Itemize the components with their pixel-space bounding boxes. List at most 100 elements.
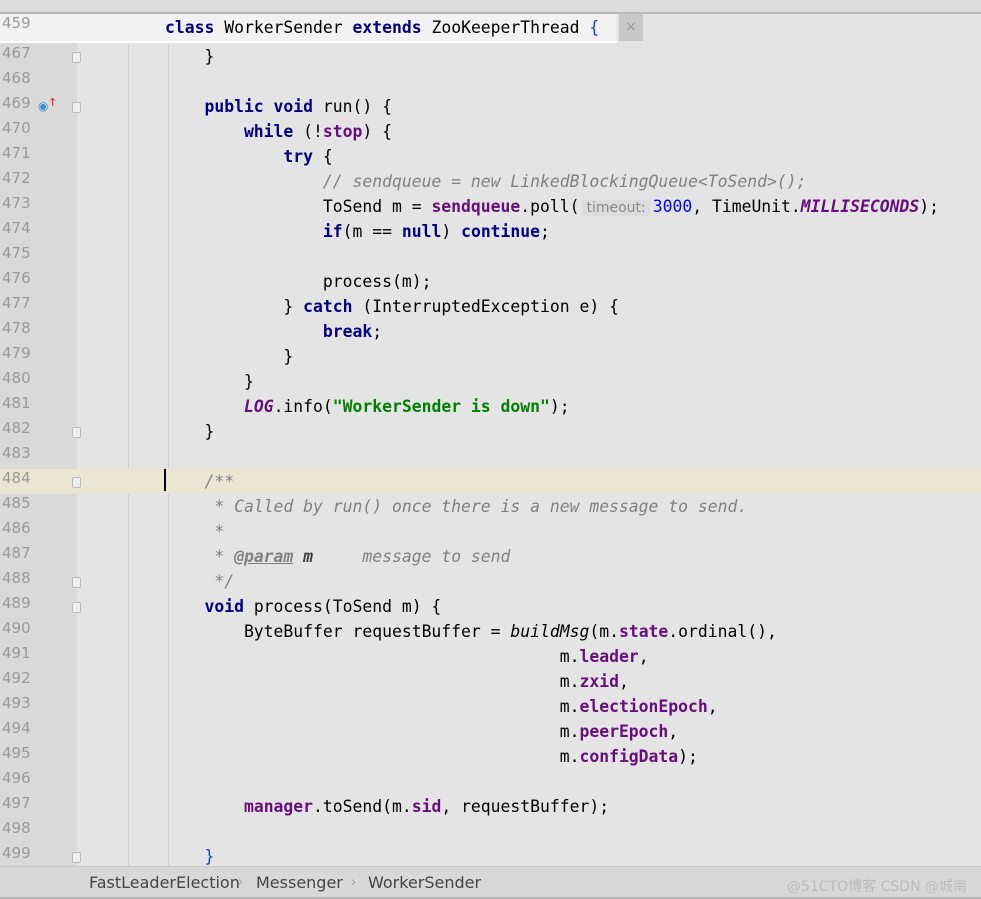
code-line[interactable]: 493 m.electionEpoch, — [0, 694, 981, 719]
code-text: public void run() { — [165, 96, 392, 118]
fold-icon[interactable] — [72, 852, 81, 863]
close-sticky-header-button[interactable]: × — [619, 14, 643, 41]
line-number: 496 — [2, 769, 31, 787]
code-token: process(m); — [165, 272, 432, 291]
breadcrumb-item[interactable]: Messenger — [256, 873, 343, 892]
code-token: catch — [303, 297, 363, 316]
code-line[interactable]: 476 process(m); — [0, 269, 981, 294]
line-number: 497 — [2, 794, 31, 812]
code-line[interactable]: 484 /** — [0, 469, 981, 494]
code-text: * — [165, 521, 224, 543]
code-line[interactable]: 489 void process(ToSend m) { — [0, 594, 981, 619]
code-line[interactable]: 492 m.zxid, — [0, 669, 981, 694]
code-line[interactable]: 479 } — [0, 344, 981, 369]
code-token: extends — [352, 18, 432, 37]
code-line[interactable]: 471 try { — [0, 144, 981, 169]
code-text: } — [165, 421, 214, 443]
code-token: buildMsg — [510, 622, 590, 641]
code-line[interactable]: 468 — [0, 69, 981, 94]
line-number: 490 — [2, 619, 31, 637]
line-number: 493 — [2, 694, 31, 712]
line-number: 494 — [2, 719, 31, 737]
line-number: 472 — [2, 169, 31, 187]
line-number: 473 — [2, 194, 31, 212]
fold-icon[interactable] — [72, 602, 81, 613]
code-text: m.peerEpoch, — [165, 721, 678, 743]
code-line[interactable]: 487 * @param m message to send — [0, 544, 981, 569]
line-number: 492 — [2, 669, 31, 687]
code-token: m. — [165, 722, 580, 741]
code-token: ; — [540, 222, 550, 241]
code-token: if — [165, 222, 343, 241]
line-number: 495 — [2, 744, 31, 762]
code-token: m. — [165, 647, 580, 666]
fold-icon[interactable] — [72, 52, 81, 63]
code-token: message to send — [313, 547, 511, 566]
code-line[interactable]: 477 } catch (InterruptedException e) { — [0, 294, 981, 319]
code-token: , — [668, 722, 679, 741]
code-line[interactable]: 470 while (!stop) { — [0, 119, 981, 144]
code-line[interactable]: 483 — [0, 444, 981, 469]
code-text: ByteBuffer requestBuffer = buildMsg(m.st… — [165, 621, 777, 643]
code-token: ; — [372, 322, 383, 341]
line-number: 471 — [2, 144, 31, 162]
code-line[interactable]: 467 } — [0, 44, 981, 69]
code-line[interactable]: 474 if(m == null) continue; — [0, 219, 981, 244]
code-text: try { — [165, 146, 332, 168]
line-number: 484 — [2, 469, 31, 487]
code-line[interactable]: 469 public void run() { — [0, 94, 981, 119]
code-line[interactable]: 488 */ — [0, 569, 981, 594]
code-text: } — [165, 46, 214, 68]
line-number: 459 — [2, 14, 31, 32]
line-number: 475 — [2, 244, 31, 262]
code-text: m.zxid, — [165, 671, 629, 693]
line-number: 482 — [2, 419, 31, 437]
override-method-icon[interactable]: ◉ ↑ — [38, 96, 57, 113]
code-token: * Called by run() once there is a new me… — [165, 497, 748, 516]
fold-icon[interactable] — [72, 427, 81, 438]
code-line[interactable]: 480 } — [0, 369, 981, 394]
code-line[interactable]: 473 ToSend m = sendqueue.poll(timeout: 30… — [0, 194, 981, 219]
chevron-right-icon: › — [238, 875, 244, 890]
code-text: */ — [165, 571, 234, 593]
code-token: zxid — [579, 672, 619, 691]
code-token: */ — [165, 572, 235, 591]
code-token: } — [165, 347, 294, 366]
code-line[interactable]: 497 manager.toSend(m.sid, requestBuffer)… — [0, 794, 981, 819]
breadcrumb-item[interactable]: WorkerSender — [368, 873, 481, 892]
fold-icon[interactable] — [72, 477, 81, 488]
code-text: * @param m message to send — [165, 546, 510, 568]
code-text: while (!stop) { — [165, 121, 392, 143]
breadcrumb-item[interactable]: FastLeaderElection — [89, 873, 240, 892]
code-line[interactable]: 498 — [0, 819, 981, 844]
code-line[interactable]: 481 LOG.info("WorkerSender is down"); — [0, 394, 981, 419]
line-number: 470 — [2, 119, 31, 137]
code-line[interactable]: 495 m.configData); — [0, 744, 981, 769]
code-line[interactable]: 482 } — [0, 419, 981, 444]
code-line[interactable]: 491 m.leader, — [0, 644, 981, 669]
code-text: } — [165, 346, 293, 368]
code-line[interactable]: 485 * Called by run() once there is a ne… — [0, 494, 981, 519]
code-line[interactable]: 494 m.peerEpoch, — [0, 719, 981, 744]
line-number: 487 — [2, 544, 31, 562]
line-number: 489 — [2, 594, 31, 612]
code-line[interactable]: 472 // sendqueue = new LinkedBlockingQue… — [0, 169, 981, 194]
code-token: ); — [678, 747, 698, 766]
code-token: class — [165, 18, 225, 37]
code-line[interactable]: 490 ByteBuffer requestBuffer = buildMsg(… — [0, 619, 981, 644]
code-line[interactable]: 496 — [0, 769, 981, 794]
code-line[interactable]: 486 * — [0, 519, 981, 544]
line-number: 467 — [2, 44, 31, 62]
code-line[interactable]: 478 break; — [0, 319, 981, 344]
code-token: ); — [919, 197, 939, 216]
fold-icon[interactable] — [72, 102, 81, 113]
code-text: ToSend m = sendqueue.poll(timeout: 3000, … — [165, 196, 939, 219]
fold-icon[interactable] — [72, 577, 81, 588]
code-token: manager — [243, 797, 314, 816]
code-line[interactable]: 475 — [0, 244, 981, 269]
sticky-class-header[interactable]: 459 class WorkerSender extends ZooKeeper… — [0, 14, 617, 43]
code-text: } catch (InterruptedException e) { — [165, 296, 619, 318]
code-token: ZooKeeperThread — [431, 18, 590, 37]
